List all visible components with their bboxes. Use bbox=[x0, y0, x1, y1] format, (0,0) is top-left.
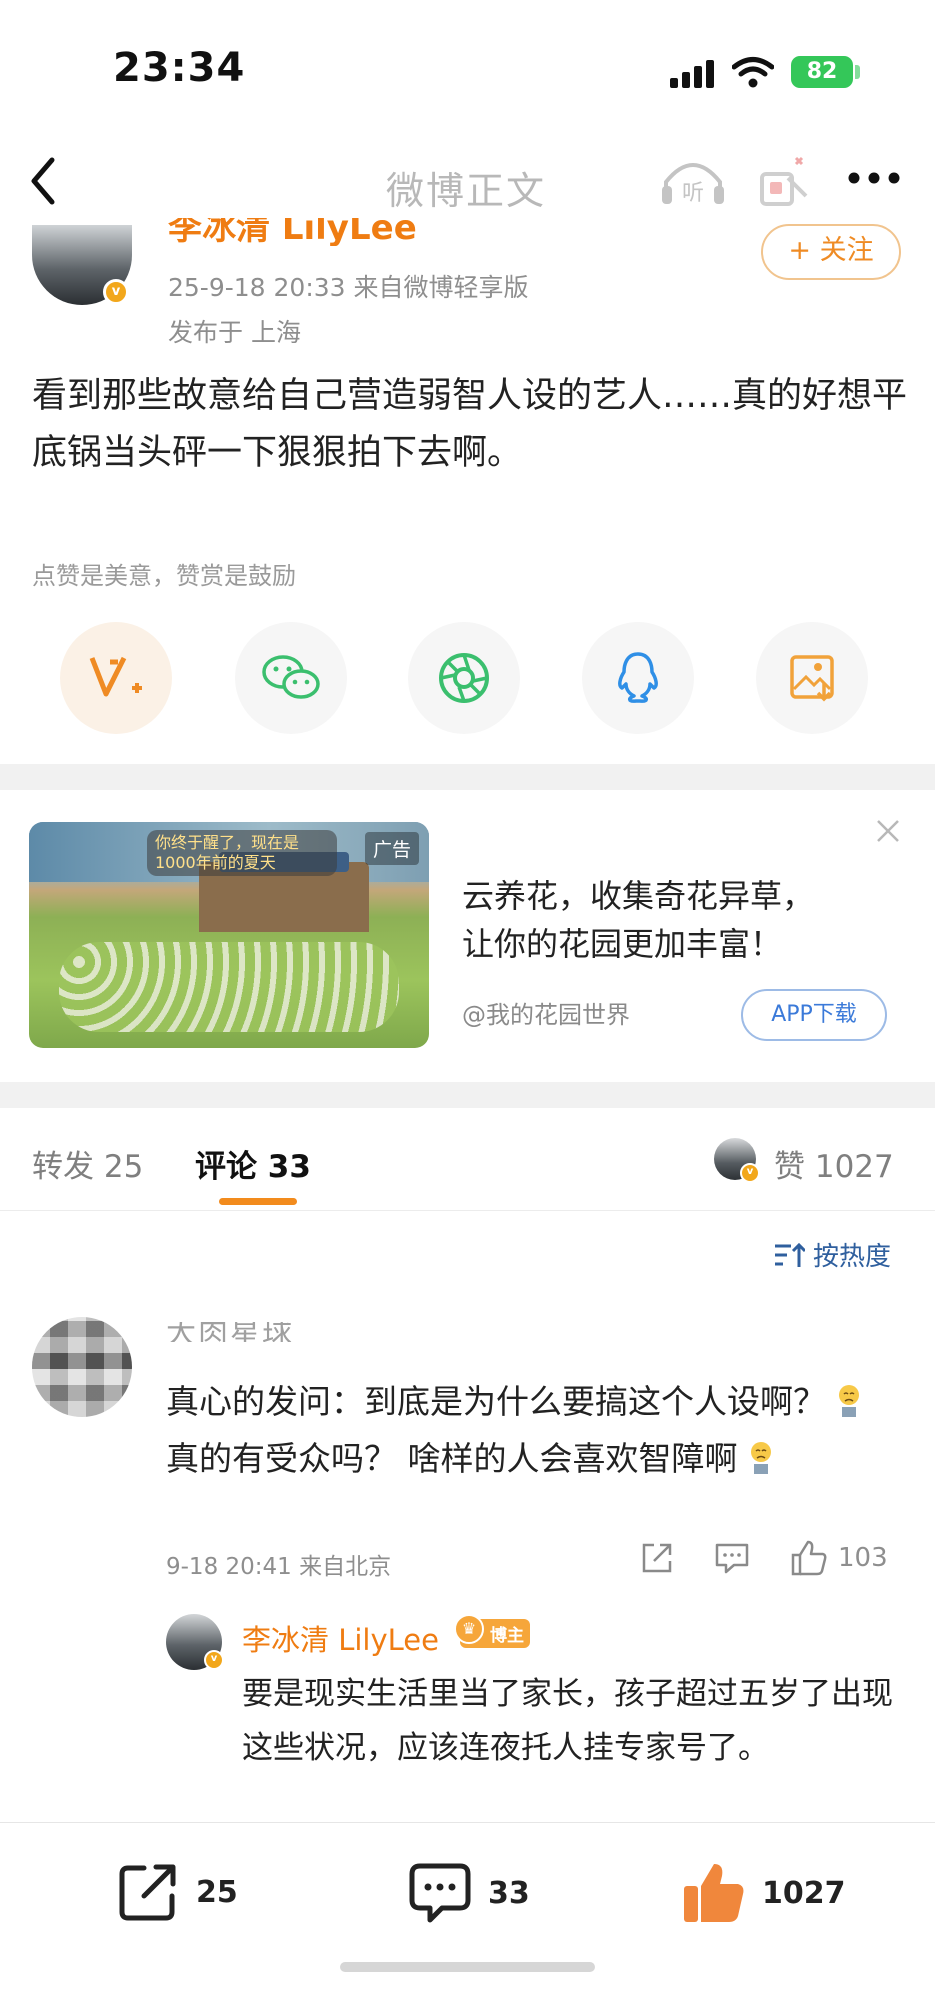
post-content: 看到那些故意给自己营造弱智人设的艺人……真的好想平底锅当头砰一下狠狠拍下去啊。 bbox=[32, 376, 908, 473]
reply-comment-icon[interactable] bbox=[714, 1541, 750, 1575]
verified-badge-icon: v bbox=[103, 279, 129, 305]
share-moments-button[interactable] bbox=[408, 622, 520, 734]
wechat-icon bbox=[262, 655, 320, 699]
ad-bubble-text: 你终于醒了，现在是1000年前的夏天 bbox=[147, 830, 337, 876]
qq-icon bbox=[618, 652, 658, 703]
ad-copy-line1: 云养花，收集奇花异草， bbox=[462, 877, 815, 915]
sad-emoji-icon bbox=[839, 1385, 859, 1417]
sort-icon bbox=[775, 1242, 805, 1267]
ad-source[interactable]: @我的花园世界 bbox=[462, 995, 630, 1030]
reward-v-icon bbox=[89, 656, 142, 697]
bottom-repost-button[interactable]: 25 bbox=[118, 1862, 238, 1922]
ad-copy: 云养花，收集奇花异草， 让你的花园更加丰富！ bbox=[462, 872, 882, 968]
follow-button[interactable]: + 关注 bbox=[761, 224, 901, 280]
sort-label: 按热度 bbox=[813, 1242, 892, 1272]
page-title: 微博正文 bbox=[386, 169, 547, 213]
ad-tag: 广告 bbox=[364, 832, 419, 865]
image-download-icon bbox=[790, 655, 834, 702]
like-filled-icon bbox=[684, 1864, 744, 1922]
comment-text: 真心的发问：到底是为什么要搞这个人设啊？ 真的有受众吗？ 啥样的人会喜欢智障啊 bbox=[166, 1373, 896, 1487]
comment-text-part1: 真心的发问：到底是为什么要搞这个人设啊？ bbox=[166, 1382, 826, 1421]
svg-text:听: 听 bbox=[682, 181, 704, 206]
battery-indicator: 82 bbox=[791, 56, 853, 88]
bottom-like-button[interactable]: 1027 bbox=[682, 1862, 846, 1924]
bottom-comment-button[interactable]: 33 bbox=[408, 1862, 530, 1924]
active-tab-indicator bbox=[219, 1198, 297, 1205]
comment-meta: 9-18 20:41 来自北京 bbox=[166, 1554, 392, 1580]
close-ad-icon[interactable] bbox=[875, 818, 901, 844]
repost-comment-icon[interactable] bbox=[640, 1541, 674, 1575]
share-wechat-button[interactable] bbox=[235, 622, 347, 734]
ad-copy-line2: 让你的花园更加丰富！ bbox=[462, 925, 783, 963]
like-comment-icon[interactable] bbox=[790, 1540, 828, 1576]
crown-icon: ♛ bbox=[454, 1614, 484, 1644]
comment-text-part2: 真的有受众吗？ 啥样的人会喜欢智障啊 bbox=[166, 1439, 738, 1478]
liker-verified-icon: v bbox=[740, 1163, 760, 1183]
repost-icon bbox=[119, 1864, 176, 1921]
listen-icon[interactable]: 听 bbox=[660, 156, 726, 208]
comment-icon bbox=[409, 1863, 471, 1923]
comment-actions: 103 bbox=[640, 1540, 888, 1576]
moments-icon bbox=[439, 653, 489, 703]
battery-tip bbox=[855, 65, 860, 79]
tab-like[interactable]: 赞 1027 bbox=[774, 1141, 894, 1186]
reward-hint: 点赞是美意，赞赏是鼓励 bbox=[32, 562, 296, 590]
tab-repost[interactable]: 转发 25 bbox=[32, 1141, 143, 1186]
gift-icon[interactable] bbox=[758, 152, 810, 208]
reward-button[interactable] bbox=[60, 622, 172, 734]
share-qq-button[interactable] bbox=[582, 622, 694, 734]
home-indicator bbox=[340, 1962, 595, 1972]
ad-image[interactable]: 你终于醒了，现在是1000年前的夏天 广告 bbox=[29, 822, 429, 1048]
status-time: 23:34 bbox=[113, 45, 246, 91]
reply-text: 要是现实生活里当了家长，孩子超过五岁了出现这些状况，应该连夜托人挂专家号了。 bbox=[242, 1676, 893, 1766]
tab-comment[interactable]: 评论 33 bbox=[195, 1141, 311, 1186]
author-name[interactable]: 李冰清 LilyLee bbox=[168, 218, 428, 246]
section-divider bbox=[0, 764, 935, 790]
post-timestamp: 25-9-18 20:33 来自微博轻享版 bbox=[168, 273, 529, 302]
commenter-name[interactable]: 大肉星球 bbox=[166, 1322, 326, 1342]
sad-emoji-icon-2 bbox=[750, 1442, 771, 1474]
comment-like-count: 103 bbox=[838, 1543, 888, 1573]
signal-icon bbox=[670, 60, 714, 88]
more-options-icon[interactable] bbox=[846, 168, 902, 188]
section-divider-2 bbox=[0, 1082, 935, 1108]
bottom-like-count: 1027 bbox=[762, 1875, 846, 1911]
reply-author-name[interactable]: 李冰清 LilyLee bbox=[242, 1617, 439, 1659]
tabs-divider bbox=[0, 1210, 935, 1211]
bottom-repost-count: 25 bbox=[196, 1874, 238, 1910]
post-location: 发布于 上海 bbox=[168, 318, 301, 347]
back-arrow-icon[interactable] bbox=[26, 156, 60, 206]
sort-button[interactable]: 按热度 bbox=[773, 1236, 891, 1273]
save-image-button[interactable] bbox=[756, 622, 868, 734]
app-download-button[interactable]: APP下载 bbox=[741, 989, 887, 1041]
reply-verified-icon: v bbox=[204, 1650, 224, 1670]
wifi-icon bbox=[732, 57, 774, 88]
commenter-avatar[interactable] bbox=[32, 1317, 132, 1417]
bottom-comment-count: 33 bbox=[488, 1875, 530, 1911]
